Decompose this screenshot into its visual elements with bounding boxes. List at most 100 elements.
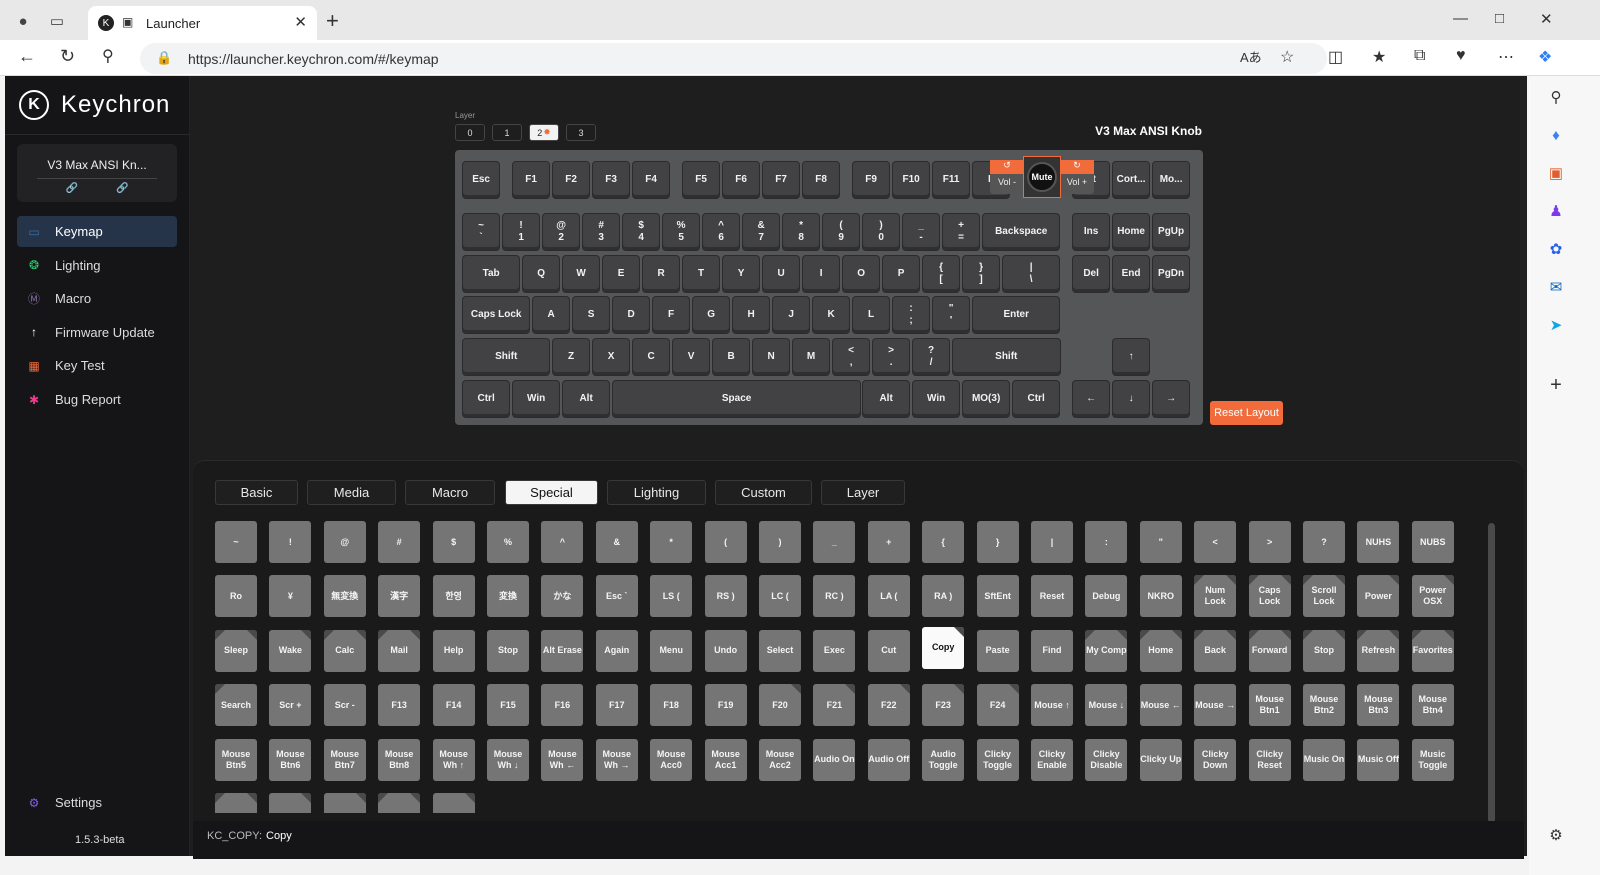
keycode-my-comp[interactable]: My Comp bbox=[1085, 629, 1128, 672]
keycode--[interactable]: 漢字 bbox=[378, 575, 421, 618]
keycode-rs-[interactable]: RS ) bbox=[704, 575, 747, 618]
key-[interactable]: → bbox=[1153, 381, 1190, 417]
keycode--[interactable]: ¥ bbox=[269, 575, 312, 618]
keycode-nuhs[interactable]: NUHS bbox=[1357, 521, 1400, 563]
keycode-select[interactable]: Select bbox=[759, 629, 801, 672]
keycode-exec[interactable]: Exec bbox=[813, 629, 856, 672]
keycode--[interactable]: < bbox=[1194, 521, 1237, 563]
key--[interactable]: {[ bbox=[923, 256, 960, 292]
keycode--[interactable]: # bbox=[378, 521, 421, 563]
sidebar-item-settings[interactable]: ⚙ Settings bbox=[17, 787, 177, 818]
keycode-mouse-btn2[interactable]: Mouse Btn2 bbox=[1303, 684, 1345, 727]
keycode-calc[interactable]: Calc bbox=[323, 629, 366, 672]
key-r[interactable]: R bbox=[643, 256, 680, 292]
keycode-audio-toggle[interactable]: Audio Toggle bbox=[922, 738, 965, 781]
key-u[interactable]: U bbox=[763, 256, 800, 292]
key-f7[interactable]: F7 bbox=[763, 162, 800, 198]
key--[interactable]: + = bbox=[943, 214, 980, 250]
back-icon[interactable]: ← bbox=[18, 46, 36, 67]
key-alt[interactable]: Alt bbox=[563, 381, 610, 417]
key-tab[interactable]: Tab bbox=[463, 256, 520, 292]
key-f4[interactable]: F4 bbox=[633, 162, 670, 198]
key--6[interactable]: ^ 6 bbox=[703, 214, 740, 250]
keycode-esc-[interactable]: Esc ` bbox=[595, 575, 638, 618]
key-f5[interactable]: F5 bbox=[683, 162, 720, 198]
keycode-mouse-btn8[interactable]: Mouse Btn8 bbox=[378, 738, 421, 781]
key-y[interactable]: Y bbox=[723, 256, 760, 292]
key--4[interactable]: $4 bbox=[623, 214, 660, 250]
keycode--[interactable]: : bbox=[1085, 521, 1128, 563]
keycode-f19[interactable]: F19 bbox=[704, 684, 747, 727]
keycode-clicky-up[interactable]: Clicky Up bbox=[1139, 738, 1182, 781]
keycode--[interactable]: 無変換 bbox=[323, 575, 366, 618]
keycode--[interactable]: ^ bbox=[541, 521, 584, 563]
keycode--[interactable]: _ bbox=[813, 521, 856, 563]
key--[interactable]: " ' bbox=[933, 297, 970, 333]
keycode-nkro[interactable]: NKRO bbox=[1139, 575, 1182, 618]
keycode-mail[interactable]: Mail bbox=[378, 629, 421, 672]
key--[interactable]: :; bbox=[893, 297, 930, 333]
sidebar-search-icon[interactable]: ⚲ bbox=[1545, 86, 1567, 108]
keycode-mouse-[interactable]: Mouse → bbox=[1194, 684, 1237, 727]
tab-macro[interactable]: Macro bbox=[405, 480, 495, 505]
keycode-f24[interactable]: F24 bbox=[976, 684, 1019, 727]
keycode-ra-[interactable]: RA ) bbox=[922, 575, 965, 618]
layer-button-3[interactable]: 3 bbox=[566, 124, 596, 141]
key-k[interactable]: K bbox=[813, 297, 850, 333]
keycode-stop[interactable]: Stop bbox=[487, 629, 529, 672]
tab-special[interactable]: Special bbox=[505, 480, 598, 505]
key-b[interactable]: B bbox=[713, 339, 750, 375]
key-pgdn[interactable]: PgDn bbox=[1153, 256, 1190, 292]
games-icon[interactable]: ♟ bbox=[1545, 200, 1567, 222]
keycode-search[interactable]: Search bbox=[215, 684, 257, 727]
key--[interactable]: | \ bbox=[1003, 256, 1060, 292]
knob-mute[interactable]: Mute bbox=[1023, 156, 1061, 198]
key-shift[interactable]: Shift bbox=[953, 339, 1060, 375]
keycode-sleep[interactable]: Sleep bbox=[215, 629, 257, 672]
favorites-icon[interactable]: ★ bbox=[1372, 47, 1386, 67]
keycode-caps-lock[interactable]: Caps Lock bbox=[1248, 575, 1291, 618]
key-end[interactable]: End bbox=[1113, 256, 1150, 292]
new-tab-button[interactable]: + bbox=[326, 8, 339, 34]
key-shift[interactable]: Shift bbox=[463, 339, 550, 375]
device-card[interactable]: V3 Max ANSI Kn... 🔗 🔗 bbox=[17, 144, 177, 202]
keycode--[interactable]: @ bbox=[323, 521, 366, 563]
key-x[interactable]: X bbox=[593, 339, 630, 375]
key-[interactable]: ← bbox=[1073, 381, 1110, 417]
key-i[interactable]: I bbox=[803, 256, 840, 292]
keycode-blank[interactable] bbox=[323, 793, 366, 813]
key-ctrl[interactable]: Ctrl bbox=[463, 381, 510, 417]
keycode--[interactable]: ! bbox=[269, 521, 312, 563]
key-t[interactable]: T bbox=[683, 256, 720, 292]
keycode-undo[interactable]: Undo bbox=[704, 629, 747, 672]
keycode--[interactable]: $ bbox=[432, 521, 475, 563]
key-f10[interactable]: F10 bbox=[893, 162, 930, 198]
keycode-mouse-btn1[interactable]: Mouse Btn1 bbox=[1248, 684, 1291, 727]
knob-cluster[interactable]: ↺ Vol - ↻ Vol + Mute bbox=[990, 156, 1100, 198]
reset-layout-button[interactable]: Reset Layout bbox=[1210, 401, 1283, 425]
key-m[interactable]: M bbox=[793, 339, 830, 375]
keycode-mouse-btn5[interactable]: Mouse Btn5 bbox=[215, 738, 257, 781]
keycode-mouse-btn3[interactable]: Mouse Btn3 bbox=[1357, 684, 1400, 727]
key--[interactable]: ~ ` bbox=[463, 214, 500, 250]
key-h[interactable]: H bbox=[733, 297, 770, 333]
key--[interactable]: ? / bbox=[913, 339, 950, 375]
maximize-icon[interactable]: □ bbox=[1495, 10, 1504, 27]
knob-left-ccw[interactable]: ↺ Vol - bbox=[990, 160, 1024, 194]
keycode--[interactable]: > bbox=[1248, 521, 1291, 563]
keycode-f16[interactable]: F16 bbox=[541, 684, 584, 727]
key-v[interactable]: V bbox=[673, 339, 710, 375]
keycode-nubs[interactable]: NUBS bbox=[1411, 521, 1454, 563]
keycode-mouse-[interactable]: Mouse ↑ bbox=[1031, 684, 1073, 727]
key-mo[interactable]: Mo... bbox=[1153, 162, 1190, 198]
sidebar-item-firmware-update[interactable]: ↑ Firmware Update bbox=[17, 317, 177, 348]
keycode-music-on[interactable]: Music On bbox=[1303, 738, 1345, 781]
keycode-blank[interactable] bbox=[432, 793, 475, 813]
keycode-refresh[interactable]: Refresh bbox=[1357, 629, 1400, 672]
connect-link-icon[interactable]: 🔗 bbox=[66, 183, 78, 194]
keycode-mouse-btn6[interactable]: Mouse Btn6 bbox=[269, 738, 312, 781]
keycode-scr-[interactable]: Scr + bbox=[269, 684, 312, 727]
keycode--[interactable]: } bbox=[976, 521, 1019, 563]
key-w[interactable]: W bbox=[563, 256, 600, 292]
keycode--[interactable]: * bbox=[650, 521, 693, 563]
